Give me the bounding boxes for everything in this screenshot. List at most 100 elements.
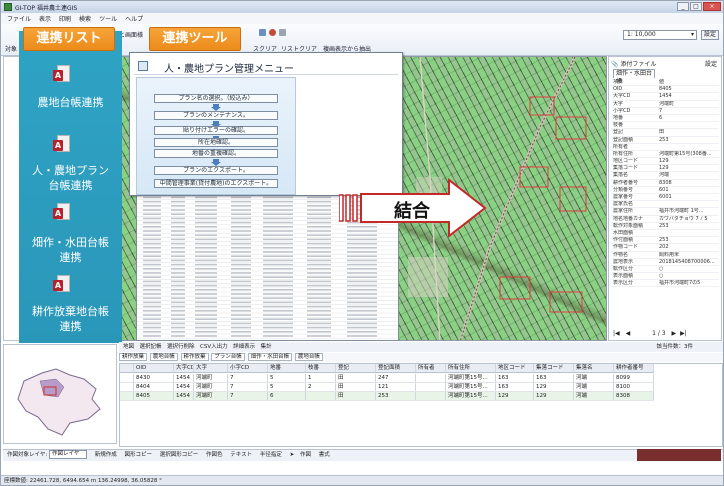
row-selector[interactable] xyxy=(120,364,134,372)
maximize-button[interactable]: □ xyxy=(690,2,702,11)
tab-field-paddy[interactable]: 畑作・水田台帳 xyxy=(247,353,293,361)
duplicate-lot-check-button[interactable]: 地番の重複確認。 xyxy=(154,149,278,158)
table-cell-text xyxy=(195,322,217,325)
attribute-row: 所有住所 河端町第15号(308番... xyxy=(611,151,719,159)
overview-map[interactable] xyxy=(3,344,117,444)
next-page-icon[interactable]: ▶ xyxy=(672,330,677,337)
layer-select[interactable]: 作図レイヤ xyxy=(48,450,87,459)
table-cell-text xyxy=(231,242,251,245)
abandoned-farmland-ledger-link[interactable]: 耕作放棄地台帳 連携 xyxy=(19,304,122,334)
grid-cell: 田 xyxy=(336,383,376,391)
tab-abandoned-2[interactable]: 耕作放棄 xyxy=(180,353,209,361)
table-cell-text xyxy=(307,255,331,257)
scale-settings-button[interactable]: 設定 xyxy=(701,30,719,40)
table-cell-text xyxy=(263,242,293,245)
copy-selected-shape-button[interactable]: 選択図形コピー xyxy=(160,452,199,458)
grid-cell: 田 xyxy=(336,374,376,382)
table-cell-text xyxy=(171,217,185,220)
field-paddy-ledger-link[interactable]: 畑作・水田台帳 連携 xyxy=(19,235,122,265)
screen-image-label[interactable]: と画面様 xyxy=(119,30,143,39)
table-cell-text xyxy=(195,289,217,291)
tab-field-paddy[interactable]: 畑作・水田台帳 xyxy=(613,69,655,85)
grid-cell: 5 xyxy=(268,383,306,391)
arrow-stripe xyxy=(352,194,358,222)
attribute-value: 福井市河端町 1号... xyxy=(659,208,704,215)
row-selector[interactable] xyxy=(120,374,134,382)
radius-button[interactable]: 半径指定 xyxy=(260,452,282,458)
table-row[interactable]: 8430 1454 河端町 7 5 1 田 247 河端町第15号... 163 163 河端 8099 xyxy=(120,374,654,383)
menu-view[interactable]: 表示 xyxy=(39,14,51,23)
tab-farmland-2[interactable]: 農地台帳 xyxy=(294,353,323,361)
menu-file[interactable]: ファイル xyxy=(7,14,31,23)
paste-error-check-button[interactable]: 貼り付けエラーの確認。 xyxy=(154,126,278,135)
menu-tools[interactable]: ツール xyxy=(99,14,117,23)
table-row[interactable]: 8405 1454 河端町 7 6 田 253 河端町第15号... 129 129 河端 8308 xyxy=(120,392,654,401)
farmland-ledger-link[interactable]: 農地台帳連携 xyxy=(19,95,122,110)
grid-cell: 1454 xyxy=(174,383,194,391)
new-drawing-button[interactable]: 新規作成 xyxy=(95,452,117,458)
grid-cell: 1 xyxy=(306,374,336,382)
pen-icon[interactable] xyxy=(279,29,286,36)
close-button[interactable]: × xyxy=(703,2,721,11)
grid-cell: 8099 xyxy=(614,374,654,382)
database-icon: A xyxy=(53,275,71,295)
menu-print[interactable]: 印刷 xyxy=(59,14,71,23)
attribute-key: 農地表示 xyxy=(613,258,634,265)
text-button[interactable]: テキスト xyxy=(230,452,252,458)
tool-icon[interactable] xyxy=(259,29,266,36)
menu-search[interactable]: 検索 xyxy=(79,14,91,23)
table-cell-text xyxy=(347,305,377,308)
attachment-label[interactable]: 添付ファイル xyxy=(620,61,656,68)
plan-export-button[interactable]: プランのエクスポート。 xyxy=(154,166,278,175)
row-selector[interactable] xyxy=(120,383,134,391)
attribute-key: 登記面積 xyxy=(613,136,634,143)
drawing-color-button[interactable]: 作図色 xyxy=(206,452,223,458)
grid-toolbar-buttons[interactable]: 地図 選択記帳 選択行削除 CSV入出力 詳細表示 集計 xyxy=(123,344,272,350)
table-cell-text xyxy=(231,289,251,291)
table-cell-text xyxy=(307,335,331,337)
scale-select[interactable]: 1: 10,000 ▾ xyxy=(623,30,697,40)
help-icon[interactable] xyxy=(269,29,276,36)
column-header: 所有者 xyxy=(416,364,446,372)
minimize-button[interactable]: _ xyxy=(677,2,689,11)
intermediate-export-button[interactable]: 中間管理事業(貸付農地)のエクスポート。 xyxy=(154,179,278,188)
plan-maintenance-button[interactable]: プランのメンテナンス。 xyxy=(154,111,278,120)
attribute-settings-button[interactable]: 設定 xyxy=(705,59,717,68)
tab-plan[interactable]: プラン台帳 xyxy=(211,353,245,361)
table-cell-text xyxy=(195,268,217,270)
draw-button[interactable]: 作図 xyxy=(300,452,311,458)
grid-cell: 1454 xyxy=(174,374,194,382)
parcel-outline xyxy=(559,186,587,212)
grid-cell xyxy=(416,383,446,391)
ledger-grid[interactable]: OID 大字CD 大字 小字CD 地番 枝番 登記 登記面積 所有者 所有住所 地区コード 集落コード… xyxy=(119,363,723,447)
table-cell-text xyxy=(347,242,377,245)
table-cell-text xyxy=(171,238,185,241)
attribute-value: 253 xyxy=(659,136,669,143)
menu-window-title-bar: 人・農地プラン管理メニュー xyxy=(134,57,398,75)
table-cell-text xyxy=(195,293,217,295)
plan-management-menu-window: 人・農地プラン管理メニュー プラン名の選択。（絞込み） プランのメンテナンス。 … xyxy=(129,52,403,196)
prev-page-icon[interactable]: ◀ xyxy=(626,330,631,337)
table-cell-text xyxy=(195,272,217,274)
farmland-plan-ledger-link[interactable]: 人・農地プラン 台帳連携 xyxy=(19,163,122,193)
cursor-icon[interactable]: ➤ xyxy=(290,452,295,458)
last-page-icon[interactable]: ▶| xyxy=(680,330,687,337)
first-page-icon[interactable]: |◀ xyxy=(613,330,620,337)
table-row[interactable]: 8404 1454 河端町 7 5 2 田 121 河端町第15号... 163 129 河端 8100 xyxy=(120,383,654,392)
tab-farmland[interactable]: 農地台帳 xyxy=(149,353,178,361)
copy-shape-button[interactable]: 図形コピー xyxy=(124,452,152,458)
menu-bar: ファイル 表示 印刷 検索 ツール ヘルプ xyxy=(1,13,723,24)
tab-abandoned[interactable]: 耕作放棄 xyxy=(119,353,148,361)
grid-cell: 田 xyxy=(336,392,376,400)
location-check-button[interactable]: 所在地確認。 xyxy=(154,138,278,147)
table-cell-text xyxy=(143,209,161,211)
table-cell-text xyxy=(263,200,293,203)
grid-cell: 河端町 xyxy=(194,392,228,400)
table-cell-text xyxy=(171,221,185,224)
row-selector[interactable] xyxy=(120,392,134,400)
format-button[interactable]: 書式 xyxy=(319,452,330,458)
select-plan-button[interactable]: プラン名の選択。（絞込み） xyxy=(154,94,278,103)
menu-help[interactable]: ヘルプ xyxy=(125,14,143,23)
table-cell-text xyxy=(195,314,217,316)
grid-cell: 7 xyxy=(228,374,268,382)
